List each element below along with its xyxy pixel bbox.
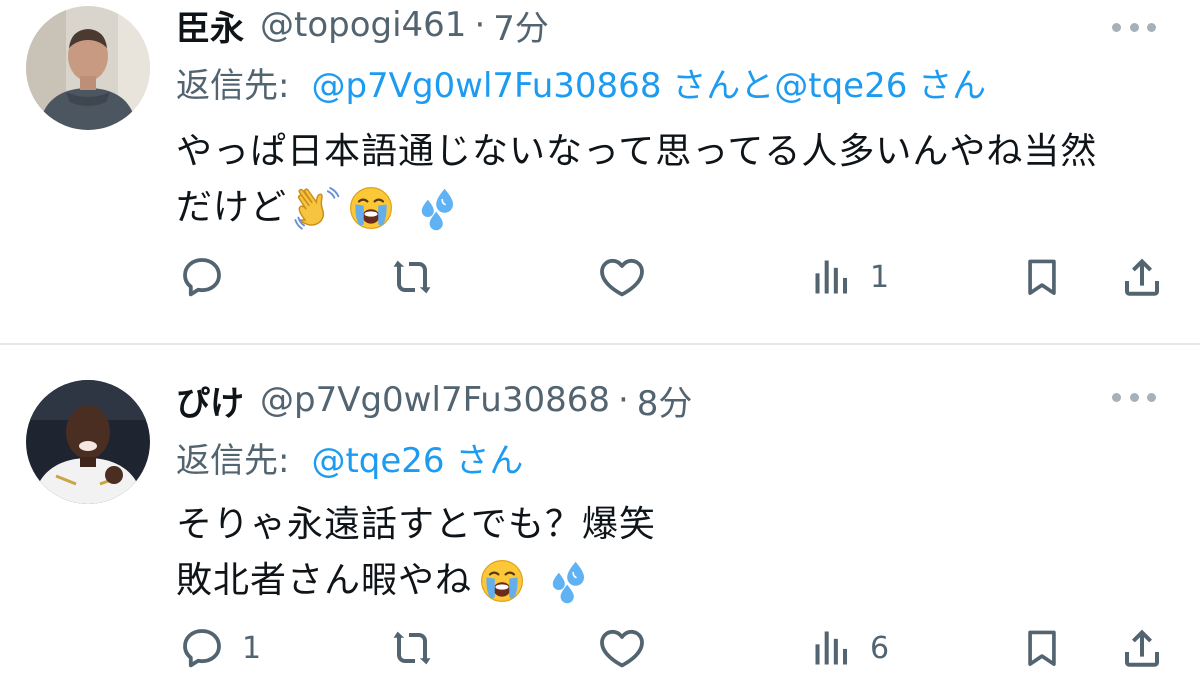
mention-link[interactable]: @tqe26 さん xyxy=(311,433,523,482)
tweet-text: やっぱ日本語通じないなって思ってる人多いんやね当然 だけど xyxy=(176,124,1097,236)
sweat-droplets-emoji xyxy=(542,557,590,605)
more-icon[interactable] xyxy=(1112,17,1156,37)
like-icon xyxy=(598,253,646,301)
avatar[interactable] xyxy=(26,380,150,504)
bookmark-icon xyxy=(1020,253,1064,301)
reply-prefix: 返信先: xyxy=(176,65,290,106)
tweet-text-line: やっぱ日本語通じないなって思ってる人多いんやね当然 xyxy=(176,131,1098,172)
tweet[interactable]: 臣永 @topogi461 · 7分 返信先: @p7Vg0wl7Fu30868… xyxy=(0,0,1200,345)
tweet-actions: 1 6 xyxy=(0,623,1200,673)
reply-button[interactable] xyxy=(178,252,242,302)
separator-dot: · xyxy=(474,5,486,45)
tweet[interactable]: ぴけ @p7Vg0wl7Fu30868 · 8分 返信先: @tqe26 さん … xyxy=(0,345,1200,671)
sweat-droplets-emoji xyxy=(411,184,459,232)
tweet-text-line: 敗北者さん暇やね xyxy=(176,560,473,601)
retweet-button[interactable] xyxy=(388,623,452,673)
share-icon xyxy=(1118,253,1166,301)
views-icon xyxy=(810,255,854,299)
reply-icon xyxy=(178,253,226,301)
share-icon xyxy=(1118,624,1166,672)
display-name[interactable]: 臣永 xyxy=(176,1,244,50)
user-handle[interactable]: @p7Vg0wl7Fu30868 xyxy=(260,380,610,420)
user-handle[interactable]: @topogi461 xyxy=(260,5,466,45)
display-name[interactable]: ぴけ xyxy=(176,376,244,425)
like-button[interactable] xyxy=(598,623,662,673)
loudly-crying-emoji xyxy=(478,557,526,605)
retweet-icon xyxy=(388,624,436,672)
share-button[interactable] xyxy=(1118,623,1166,673)
more-icon[interactable] xyxy=(1112,387,1156,407)
reply-context: 返信先: @p7Vg0wl7Fu30868 さん と @tqe26 さん xyxy=(176,58,986,106)
like-icon xyxy=(598,624,646,672)
separator-dot: · xyxy=(617,380,629,420)
reply-context: 返信先: @tqe26 さん xyxy=(176,433,523,481)
waving-hand-emoji xyxy=(293,184,341,232)
tweet-header: ぴけ @p7Vg0wl7Fu30868 · 8分 xyxy=(176,375,692,425)
like-button[interactable] xyxy=(598,252,662,302)
views-icon xyxy=(810,626,854,670)
reply-button[interactable]: 1 xyxy=(178,623,261,673)
mention-link[interactable]: @tqe26 さん xyxy=(774,58,986,107)
tweet-text-line: そりゃ永遠話すとでも？爆笑 xyxy=(176,504,656,545)
view-count: 1 xyxy=(870,259,890,295)
tweet-actions: 1 xyxy=(0,252,1200,302)
views-button[interactable]: 6 xyxy=(810,623,889,673)
mention-link[interactable]: @p7Vg0wl7Fu30868 さん xyxy=(311,58,740,107)
reply-count: 1 xyxy=(242,630,262,666)
bookmark-button[interactable] xyxy=(1020,252,1064,302)
bookmark-icon xyxy=(1020,624,1064,672)
mention-conjunction: と xyxy=(740,65,775,106)
loudly-crying-emoji xyxy=(347,184,395,232)
views-button[interactable]: 1 xyxy=(810,252,889,302)
reply-icon xyxy=(178,624,226,672)
view-count: 6 xyxy=(870,630,890,666)
tweet-header: 臣永 @topogi461 · 7分 xyxy=(176,0,549,50)
avatar[interactable] xyxy=(26,6,150,130)
tweet-text-line: だけど xyxy=(176,187,288,228)
retweet-button[interactable] xyxy=(388,252,452,302)
reply-prefix: 返信先: xyxy=(176,440,290,481)
share-button[interactable] xyxy=(1118,252,1166,302)
retweet-icon xyxy=(388,253,436,301)
timestamp[interactable]: 8分 xyxy=(637,376,693,425)
timestamp[interactable]: 7分 xyxy=(493,1,549,50)
bookmark-button[interactable] xyxy=(1020,623,1064,673)
tweet-text: そりゃ永遠話すとでも？爆笑 敗北者さん暇やね xyxy=(176,497,656,609)
